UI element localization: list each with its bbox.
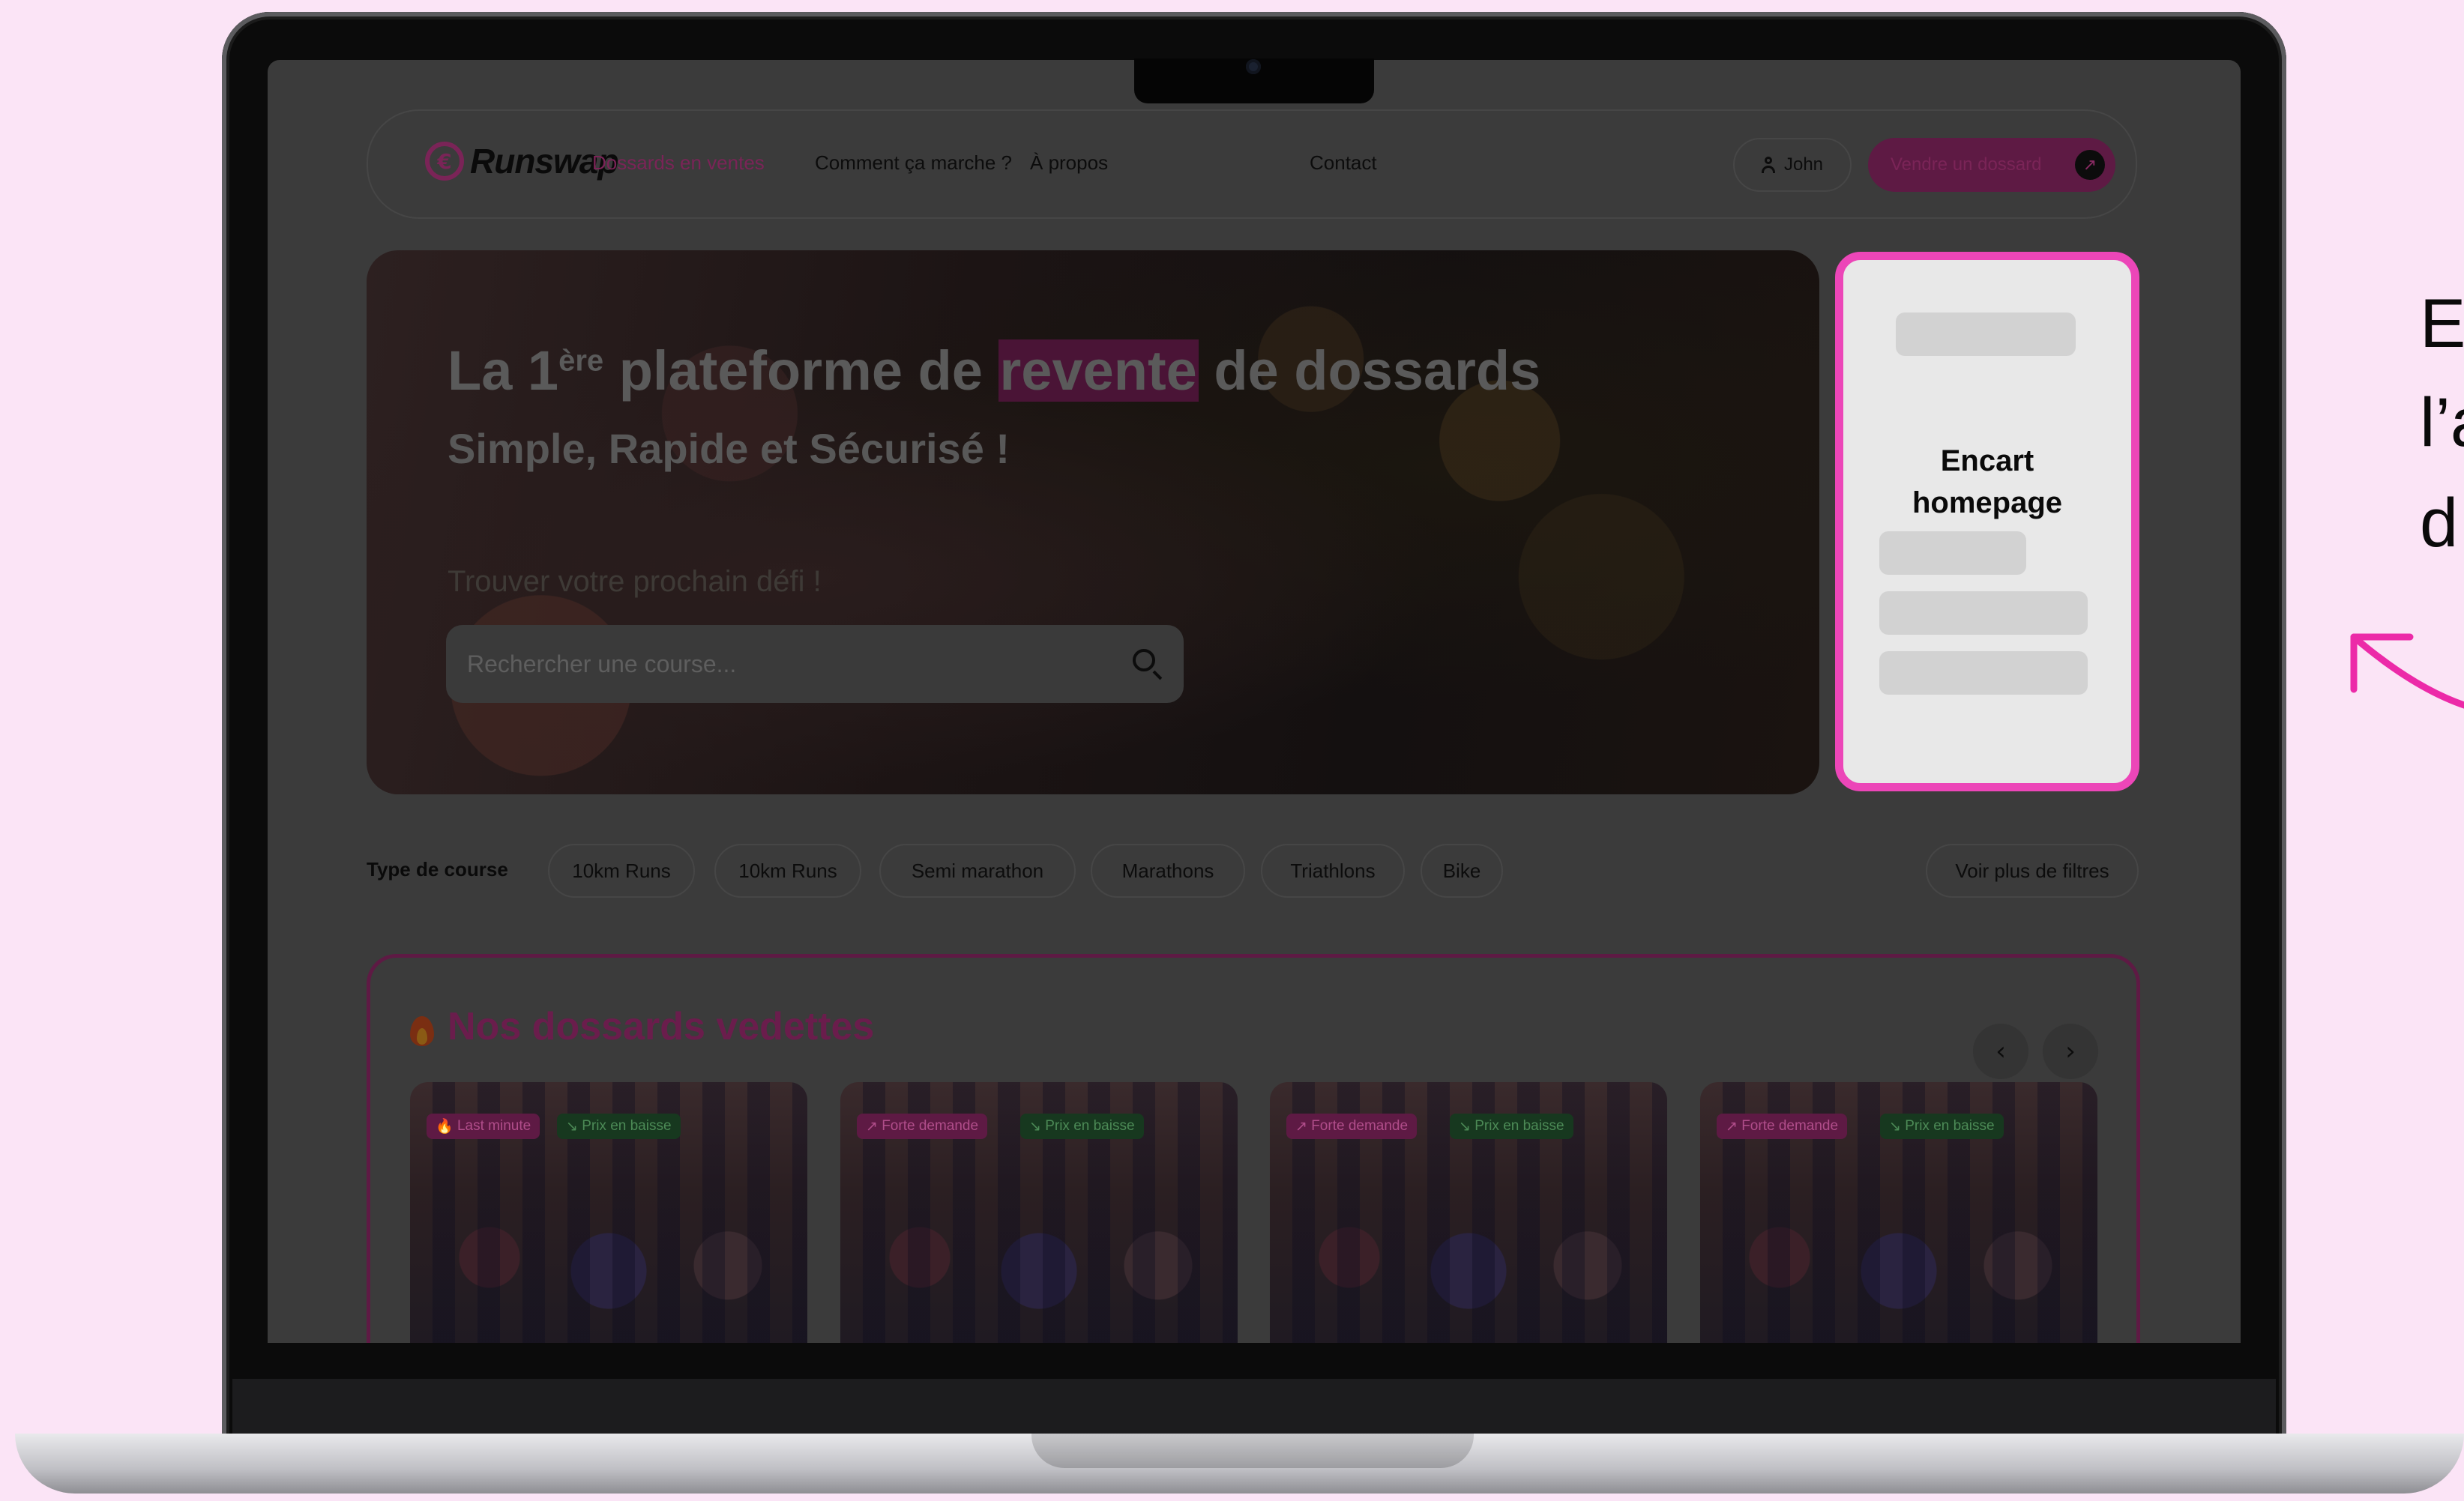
user-icon xyxy=(1761,157,1775,173)
user-name: John xyxy=(1783,154,1824,175)
search-placeholder: Rechercher une course... xyxy=(467,650,737,677)
encart-label: Encart homepage xyxy=(1843,440,2131,524)
badge-label: Forte demande xyxy=(1311,1118,1409,1134)
annotation-text-line: l’a xyxy=(2420,384,2464,461)
user-menu-button[interactable]: John xyxy=(1733,138,1852,192)
badge-label: Forte demande xyxy=(882,1118,979,1134)
filter-chip-bike[interactable]: Bike xyxy=(1421,844,1503,898)
hero-background-image xyxy=(367,250,1819,794)
badge-label: Prix en baisse xyxy=(1905,1118,1995,1134)
annotation-arrow-icon xyxy=(2350,633,2464,709)
hero-title-superscript: ère xyxy=(558,344,604,378)
badge-high-demand: ↗ Forte demande xyxy=(1717,1114,1848,1139)
featured-card[interactable]: ↗ Forte demande ↘ Prix en baisse xyxy=(1700,1082,2097,1343)
badge-high-demand: ↗ Forte demande xyxy=(1286,1114,1418,1139)
hero-banner: La 1ère plateforme de revente de dossard… xyxy=(367,250,1819,794)
more-filters-button[interactable]: Voir plus de filtres xyxy=(1926,844,2139,898)
annotation-text-line: E xyxy=(2420,286,2464,362)
arrow-up-right-icon: ↗ xyxy=(866,1118,878,1135)
hero-title: La 1ère plateforme de revente de dossard… xyxy=(448,339,1540,402)
filter-chip-triathlons[interactable]: Triathlons xyxy=(1261,844,1405,898)
badge-label: Prix en baisse xyxy=(582,1118,672,1134)
arrow-up-right-icon: ↗ xyxy=(1726,1118,1738,1135)
homepage-ad-slot[interactable]: Encart homepage xyxy=(1835,252,2139,791)
arrow-up-right-icon: ↗ xyxy=(1295,1118,1307,1135)
arrow-down-right-icon: ↘ xyxy=(1459,1118,1471,1135)
nav-link-a-propos[interactable]: À propos xyxy=(1030,151,1108,175)
badge-high-demand: ↗ Forte demande xyxy=(857,1114,988,1139)
badge-label: Prix en baisse xyxy=(1475,1118,1564,1134)
camera-icon xyxy=(1246,59,1261,74)
featured-card[interactable]: ↗ Forte demande ↘ Prix en baisse xyxy=(840,1082,1238,1343)
fire-icon xyxy=(407,1007,437,1046)
fire-icon: 🔥 xyxy=(436,1119,454,1135)
placeholder-bar xyxy=(1879,531,2026,575)
hero-subtitle: Simple, Rapide et Sécurisé ! xyxy=(448,425,1010,472)
featured-title-text: Nos dossards vedettes xyxy=(448,1005,875,1048)
featured-card[interactable]: 🔥 Last minute ↘ Prix en baisse xyxy=(410,1082,807,1343)
badge-price-drop: ↘ Prix en baisse xyxy=(1450,1114,1573,1139)
search-icon[interactable] xyxy=(1131,647,1164,680)
carousel-prev-button[interactable]: ‹ xyxy=(1973,1024,2028,1079)
search-section-label: Trouver votre prochain défi ! xyxy=(448,565,822,598)
badge-price-drop: ↘ Prix en baisse xyxy=(1020,1114,1144,1139)
badge-price-drop: ↘ Prix en baisse xyxy=(1880,1114,2004,1139)
hero-title-part: La 1 xyxy=(448,339,559,402)
nav-link-contact[interactable]: Contact xyxy=(1310,151,1377,175)
filter-chip-semi-marathon[interactable]: Semi marathon xyxy=(879,844,1076,898)
badge-price-drop: ↘ Prix en baisse xyxy=(557,1114,681,1139)
placeholder-bar xyxy=(1879,651,2088,695)
filter-chip-marathons[interactable]: Marathons xyxy=(1091,844,1245,898)
carousel-next-button[interactable]: › xyxy=(2043,1024,2098,1079)
logo[interactable]: € Runswap xyxy=(425,141,618,181)
annotation-text-line: d xyxy=(2420,485,2459,561)
placeholder-bar xyxy=(1896,312,2076,356)
screen: € Runswap Dossards en ventes Comment ça … xyxy=(268,60,2241,1343)
featured-card[interactable]: ↗ Forte demande ↘ Prix en baisse xyxy=(1270,1082,1667,1343)
logo-mark-icon: € xyxy=(425,142,464,181)
laptop-opening-lip xyxy=(1031,1434,1474,1468)
badge-label: Prix en baisse xyxy=(1045,1118,1135,1134)
badge-last-minute: 🔥 Last minute xyxy=(427,1114,540,1139)
encart-label-line: homepage xyxy=(1912,486,2063,519)
sell-bib-label: Vendre un dossard xyxy=(1891,154,2042,175)
race-type-label: Type de course xyxy=(367,858,508,881)
filter-chip-10km[interactable]: 10km Runs xyxy=(548,844,695,898)
arrow-down-right-icon: ↘ xyxy=(1889,1118,1901,1135)
arrow-down-right-icon: ↘ xyxy=(566,1118,578,1135)
sell-bib-button[interactable]: Vendre un dossard ↗ xyxy=(1868,138,2115,192)
arrow-up-right-icon: ↗ xyxy=(2075,150,2105,180)
nav-link-dossards-en-ventes[interactable]: Dossards en ventes xyxy=(592,151,765,175)
badge-label: Last minute xyxy=(457,1118,531,1134)
hero-title-part: plateforme de xyxy=(603,339,998,402)
arrow-down-right-icon: ↘ xyxy=(1029,1118,1041,1135)
badge-label: Forte demande xyxy=(1741,1118,1839,1134)
placeholder-bar xyxy=(1879,591,2088,635)
encart-label-line: Encart xyxy=(1940,444,2034,477)
laptop-bottom-bezel xyxy=(232,1379,2276,1437)
race-search-input[interactable]: Rechercher une course... xyxy=(446,625,1184,703)
nav-link-comment-ca-marche[interactable]: Comment ça marche ? xyxy=(815,151,1012,175)
hero-title-part: de dossards xyxy=(1198,339,1541,402)
filter-chip-10km[interactable]: 10km Runs xyxy=(714,844,861,898)
featured-title: Nos dossards vedettes xyxy=(407,1004,874,1049)
hero-title-highlight: revente xyxy=(998,339,1199,402)
